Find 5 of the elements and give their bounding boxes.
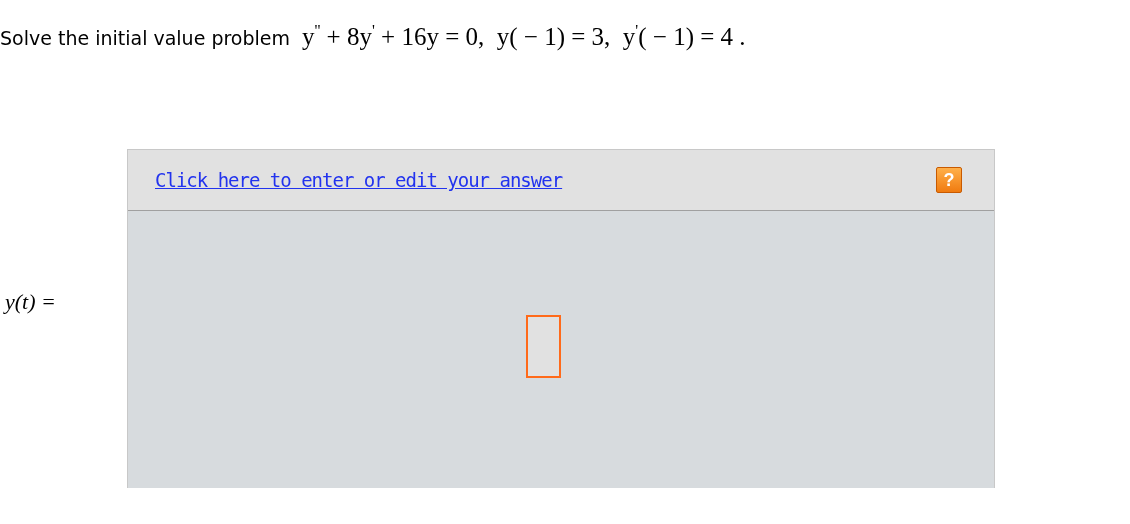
question-text: Solve the initial value problem bbox=[0, 27, 290, 50]
edit-answer-link[interactable]: Click here to enter or edit your answer bbox=[155, 169, 563, 192]
equation: y$^{''}$ + 8y$^{'}$ + 16y = 0, y( − 1) = 3, y$^{'}$( − 1) = 4 . bbox=[302, 22, 746, 52]
answer-box[interactable] bbox=[525, 315, 561, 379]
answer-label: y(t) = bbox=[5, 289, 56, 315]
